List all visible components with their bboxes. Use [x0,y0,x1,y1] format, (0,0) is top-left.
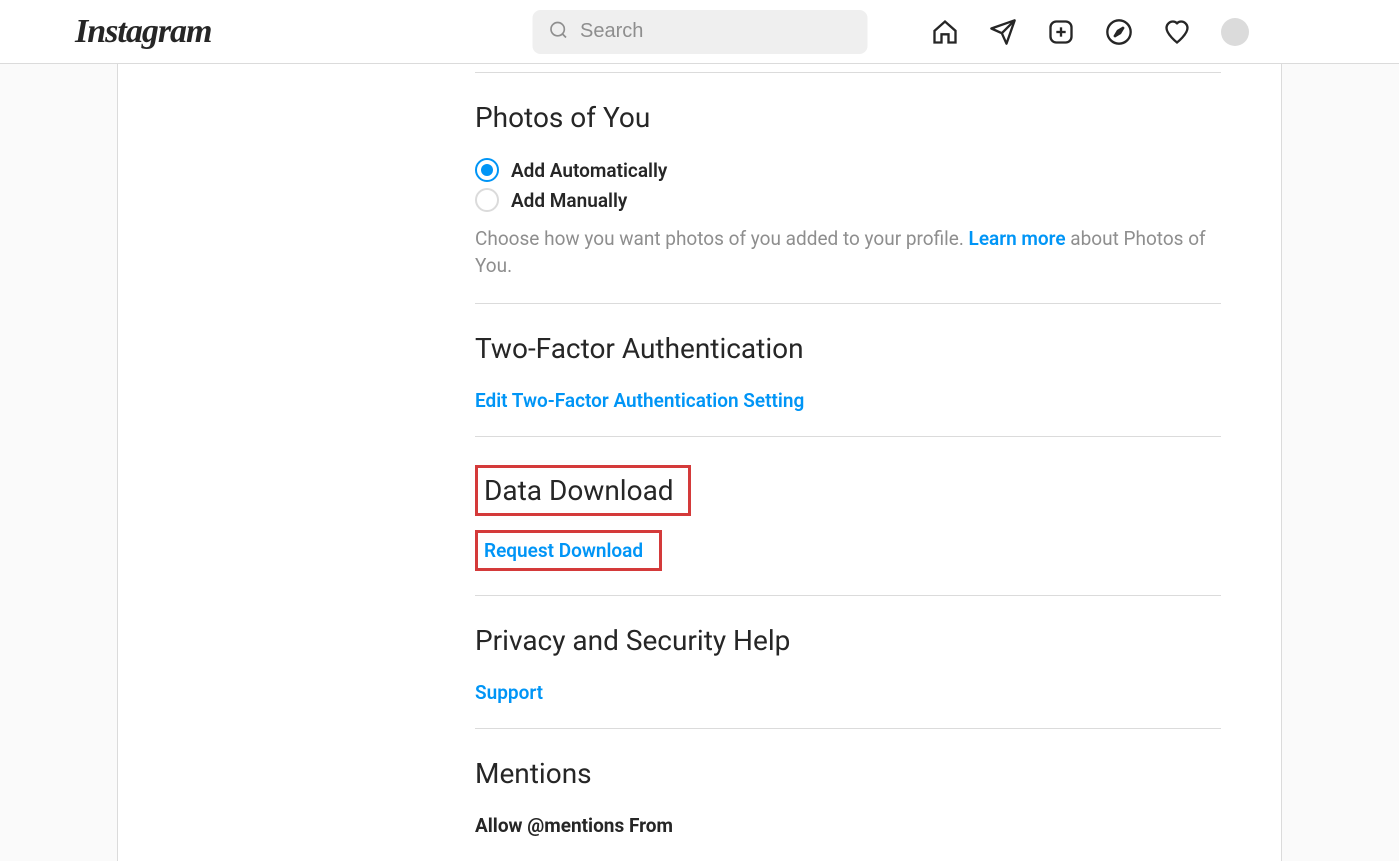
privacy-help-title: Privacy and Security Help [475,624,1221,657]
photos-of-you-section: Photos of You Add Automatically Add Manu… [475,73,1221,303]
search-icon [548,20,568,44]
radio-add-automatically[interactable]: Add Automatically [475,158,1221,182]
data-download-title: Data Download [484,474,674,507]
search-box[interactable] [532,10,867,54]
helper-pre: Choose how you want photos of you added … [475,227,969,250]
request-download-highlight: Request Download [475,530,662,571]
privacy-help-section: Privacy and Security Help Support [475,595,1221,728]
radio-label-auto: Add Automatically [511,159,667,182]
edit-2fa-link[interactable]: Edit Two-Factor Authentication Setting [475,389,804,412]
radio-icon [475,158,499,182]
search-container [532,10,867,54]
top-header: Instagram [0,0,1399,64]
settings-content: Photos of You Add Automatically Add Manu… [415,64,1281,861]
messenger-icon[interactable] [989,18,1017,46]
nav-icons [931,18,1249,46]
settings-sidebar [118,64,415,861]
radio-icon [475,188,499,212]
instagram-logo[interactable]: Instagram [75,13,212,51]
radio-label-manual: Add Manually [511,189,627,212]
settings-panel: Photos of You Add Automatically Add Manu… [117,64,1282,861]
radio-add-manually[interactable]: Add Manually [475,188,1221,212]
request-download-link[interactable]: Request Download [484,539,643,562]
page-body: Photos of You Add Automatically Add Manu… [0,64,1399,861]
data-download-section: Data Download Request Download [475,436,1221,595]
new-post-icon[interactable] [1047,18,1075,46]
explore-icon[interactable] [1105,18,1133,46]
profile-avatar[interactable] [1221,18,1249,46]
photos-of-you-title: Photos of You [475,101,1221,134]
allow-mentions-label: Allow @mentions From [475,814,1221,837]
mentions-title: Mentions [475,757,1221,790]
data-download-title-highlight: Data Download [475,465,691,516]
support-link[interactable]: Support [475,681,543,704]
activity-heart-icon[interactable] [1163,18,1191,46]
two-factor-title: Two-Factor Authentication [475,332,1221,365]
search-input[interactable] [580,20,851,43]
photos-helper-text: Choose how you want photos of you added … [475,226,1221,279]
two-factor-section: Two-Factor Authentication Edit Two-Facto… [475,303,1221,436]
home-icon[interactable] [931,18,959,46]
mentions-section: Mentions Allow @mentions From [475,728,1221,861]
learn-more-link[interactable]: Learn more [969,227,1066,250]
